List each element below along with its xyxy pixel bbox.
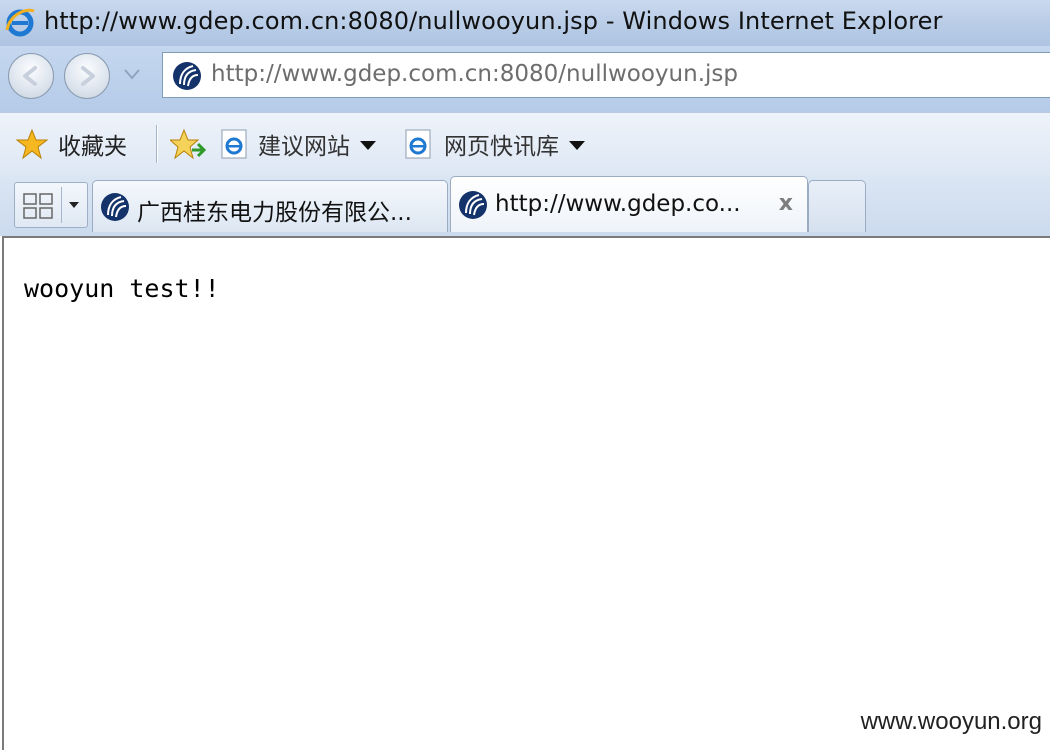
suggested-sites-label: 建议网站 [258,134,350,160]
page-content: wooyun test!! www.wooyun.org [2,236,1050,750]
recent-pages-dropdown[interactable] [122,66,142,82]
star-add-icon [170,128,206,160]
tab-label: 广西桂东电力股份有限公... [137,200,412,226]
tab-nullwooyun[interactable]: http://www.gdep.co... x [450,176,808,232]
tab-gdep-home[interactable]: 广西桂东电力股份有限公... [92,180,448,232]
favorites-bar: 收藏夹 建议网站 网页快讯库 [0,112,1050,177]
favorites-label: 收藏夹 [58,134,127,160]
site-favicon-icon [101,193,129,221]
ie-page-icon [221,129,247,159]
watermark: www.wooyun.org [860,708,1042,735]
address-url[interactable]: http://www.gdep.com.cn:8080/nullwooyun.j… [211,61,738,87]
chevron-down-icon [569,140,585,150]
arrow-right-icon [81,66,95,86]
quick-tabs-button[interactable] [14,182,88,228]
favorites-button[interactable]: 收藏夹 [16,125,127,163]
site-favicon-icon [173,62,201,90]
new-tab-button[interactable] [808,180,866,232]
title-bar: http://www.gdep.com.cn:8080/nullwooyun.j… [0,0,1050,46]
tab-list-dropdown-icon[interactable] [69,202,79,208]
quick-tabs-divider [61,187,62,223]
toolbar-separator [156,125,158,163]
chevron-down-icon [360,140,376,150]
internet-explorer-icon [5,8,35,37]
suggested-sites-button[interactable]: 建议网站 [220,125,376,163]
close-tab-icon[interactable]: x [779,193,793,215]
add-to-favorites-bar-button[interactable] [170,125,206,163]
site-favicon-icon [459,191,487,219]
navigation-bar: http://www.gdep.com.cn:8080/nullwooyun.j… [0,46,1050,112]
forward-button[interactable] [64,53,110,99]
arrow-left-icon [23,66,37,86]
ie-page-icon [405,129,431,159]
star-icon [16,128,48,160]
web-slice-gallery-button[interactable]: 网页快讯库 [404,125,585,163]
quick-tabs-grid-icon [23,193,53,219]
page-body-text: wooyun test!! [24,274,220,303]
tab-bar: 广西桂东电力股份有限公... http://www.gdep.co... x [0,176,1050,236]
tab-label: http://www.gdep.co... [495,191,741,217]
back-button[interactable] [8,53,54,99]
window-title: http://www.gdep.com.cn:8080/nullwooyun.j… [44,7,943,35]
address-bar[interactable]: http://www.gdep.com.cn:8080/nullwooyun.j… [162,52,1050,98]
web-slice-gallery-label: 网页快讯库 [444,134,559,160]
